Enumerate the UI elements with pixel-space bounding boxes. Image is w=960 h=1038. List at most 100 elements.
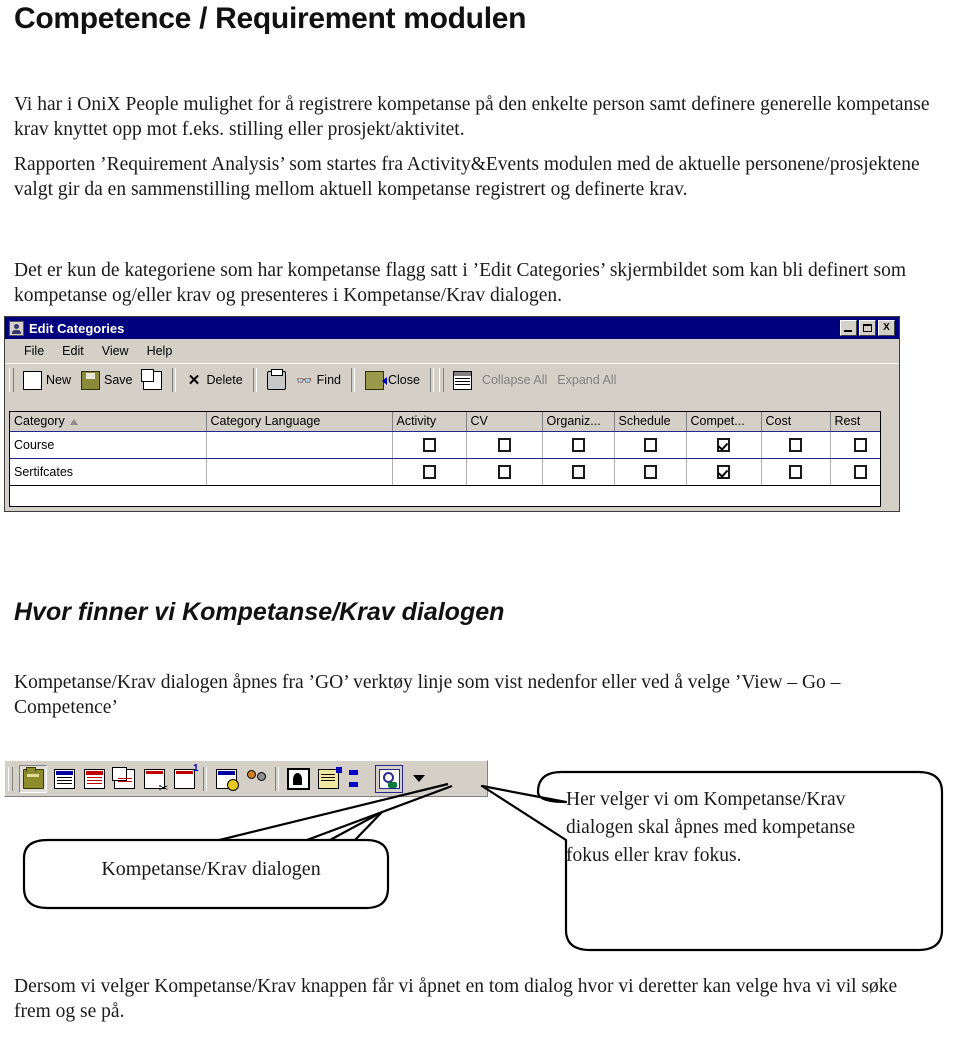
menu-item-help[interactable]: Help (138, 342, 182, 360)
cell-cost[interactable] (761, 431, 831, 459)
checkbox-cv[interactable] (497, 464, 511, 479)
column-header-activity[interactable]: Activity (392, 412, 467, 432)
cell-schedule[interactable] (614, 458, 687, 486)
print-button[interactable] (262, 368, 291, 392)
go-toolbar-separator (203, 766, 207, 791)
close-toolbar-button[interactable]: Close (360, 369, 425, 392)
cell-schedule[interactable] (614, 431, 687, 459)
expand-all-button[interactable]: Expand All (552, 371, 621, 389)
more-options-caret-icon[interactable] (413, 775, 425, 782)
checkbox-activity[interactable] (422, 437, 436, 452)
find-button[interactable]: 👓 Find (291, 370, 346, 391)
menu-item-edit[interactable]: Edit (53, 342, 93, 360)
column-header-cost[interactable]: Cost (761, 412, 831, 432)
table-row[interactable]: Sertifcates (10, 458, 880, 486)
list-red-button[interactable] (81, 766, 107, 792)
page-title: Competence / Requirement modulen (14, 2, 527, 35)
checkbox-cost[interactable] (789, 464, 802, 479)
grid-header-row: Category Category Language Activity CV O… (10, 412, 880, 432)
toolbar-grip[interactable] (9, 368, 14, 392)
column-header-category[interactable]: Category (10, 412, 207, 432)
person-button[interactable] (285, 766, 311, 792)
find-button-label: Find (316, 373, 341, 387)
column-header-cv[interactable]: CV (466, 412, 543, 432)
cell-organiz[interactable] (542, 458, 615, 486)
table-row[interactable]: Course (10, 431, 880, 459)
checkbox-organiz[interactable] (571, 464, 585, 479)
checkbox-schedule[interactable] (643, 464, 657, 479)
cell-compet[interactable] (686, 431, 762, 459)
toolbar-grip[interactable] (438, 368, 444, 392)
add-new-icon (173, 763, 199, 789)
list-red-icon (83, 768, 105, 789)
edit-categories-window: Edit Categories X File Edit View Help Ne… (4, 316, 900, 512)
print-icon (266, 368, 286, 390)
duplicate-button[interactable] (111, 766, 137, 792)
checkbox-activity[interactable] (422, 464, 436, 479)
checkbox-organiz[interactable] (571, 437, 585, 452)
collapse-all-button[interactable]: Collapse All (477, 371, 552, 389)
person-photo-icon (286, 767, 310, 790)
column-header-compet[interactable]: Compet... (686, 412, 762, 432)
checkbox-cv[interactable] (497, 437, 511, 452)
cell-organiz[interactable] (542, 431, 615, 459)
notes-button[interactable] (315, 766, 342, 792)
new-button[interactable]: New (18, 369, 76, 392)
folder-button[interactable] (19, 764, 47, 793)
minimize-button[interactable] (840, 320, 857, 336)
close-door-icon (364, 370, 387, 390)
transfer-arrow-icon (348, 769, 368, 788)
toolbar-separator (252, 368, 257, 392)
checkbox-schedule[interactable] (643, 437, 657, 452)
checkbox-rest[interactable] (853, 464, 867, 479)
cell-activity[interactable] (392, 431, 467, 459)
cut-button[interactable] (141, 766, 169, 794)
list-blue-icon (53, 768, 75, 789)
transfer-button[interactable] (345, 766, 371, 792)
people-button[interactable] (243, 766, 269, 792)
schedule-button[interactable] (213, 766, 239, 792)
close-button[interactable]: X (878, 320, 895, 336)
checkbox-compet[interactable] (717, 437, 730, 452)
cell-category[interactable]: Course (10, 431, 207, 459)
find-binoculars-icon: 👓 (296, 372, 313, 388)
menu-item-view[interactable]: View (93, 342, 138, 360)
cell-activity[interactable] (392, 458, 467, 486)
cell-cv[interactable] (466, 431, 543, 459)
new-button-label: New (46, 373, 72, 387)
toolbar-separator (350, 368, 355, 392)
vertical-scrollbar[interactable] (884, 411, 897, 507)
cell-rest[interactable] (830, 431, 880, 459)
column-header-schedule[interactable]: Schedule (614, 412, 687, 432)
column-header-category-language[interactable]: Category Language (206, 412, 393, 432)
go-toolbar-separator (275, 766, 279, 791)
toolbar-separator (171, 368, 176, 392)
column-header-organiz[interactable]: Organiz... (542, 412, 615, 432)
checkbox-compet[interactable] (717, 464, 730, 479)
checkbox-cost[interactable] (789, 437, 802, 452)
cell-category-language[interactable] (206, 458, 393, 486)
column-header-rest[interactable]: Rest (830, 412, 880, 432)
maximize-button[interactable] (859, 320, 876, 336)
checkbox-rest[interactable] (853, 437, 867, 452)
cell-cv[interactable] (466, 458, 543, 486)
cell-rest[interactable] (830, 458, 880, 486)
cell-compet[interactable] (686, 458, 762, 486)
schedule-clock-icon (215, 768, 239, 791)
menu-item-file[interactable]: File (15, 342, 53, 360)
delete-x-icon: ✕ (187, 371, 201, 389)
go-toolbar-grip[interactable] (8, 766, 13, 791)
copy-new-button[interactable] (138, 368, 167, 392)
cell-category-language[interactable] (206, 431, 393, 459)
grid-view-icon (452, 370, 472, 390)
delete-button[interactable]: ✕ Delete (181, 370, 248, 391)
add-new-button[interactable] (171, 763, 199, 792)
list-blue-button[interactable] (51, 766, 77, 792)
cell-cost[interactable] (761, 458, 831, 486)
save-floppy-icon (81, 370, 101, 390)
competence-button[interactable] (375, 764, 403, 793)
grid-view-button[interactable] (448, 369, 477, 392)
save-button[interactable]: Save (76, 369, 138, 392)
cell-category[interactable]: Sertifcates (10, 458, 207, 486)
duplicate-icon (111, 766, 135, 789)
